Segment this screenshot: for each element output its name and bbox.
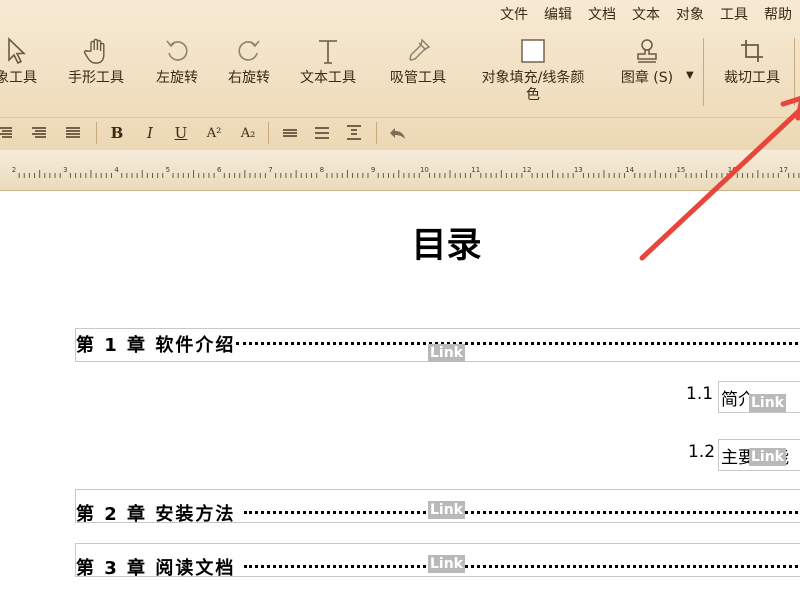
rotate-left-label: 左旋转 xyxy=(156,70,198,86)
ruler-label: 9 xyxy=(371,166,375,174)
ruler-label: 3 xyxy=(63,166,67,174)
rotate-left-icon xyxy=(144,36,210,66)
text-t-icon xyxy=(290,36,366,66)
ribbon-toolbar: 文件 编辑 文档 文本 对象 工具 帮助 象工具 手形工具 左旋转 右旋转 文本… xyxy=(0,0,800,151)
eyedropper-tool-button[interactable]: 吸管工具 xyxy=(380,36,456,110)
crop-icon xyxy=(712,36,792,66)
menu-help[interactable]: 帮助 xyxy=(756,4,800,26)
toc-entry-chapter-1[interactable]: 第 1 章 软件介绍 Link xyxy=(75,328,800,362)
toc-entry-text: 第 3 章 阅读文档 xyxy=(76,558,236,579)
rotate-right-icon xyxy=(216,36,282,66)
eyedropper-tool-label: 吸管工具 xyxy=(390,70,446,86)
menu-document[interactable]: 文档 xyxy=(580,4,624,26)
hand-tool-label: 手形工具 xyxy=(68,70,124,86)
tool-row: 象工具 手形工具 左旋转 右旋转 文本工具 吸管工具 对象填充/线条颜 色 图章… xyxy=(0,36,800,110)
link-badge[interactable]: Link xyxy=(428,555,465,573)
justify-icon[interactable] xyxy=(62,122,84,144)
fill-line-label-2: 色 xyxy=(526,87,540,103)
toc-entry-chapter-3[interactable]: 第 3 章 阅读文档 Link xyxy=(75,543,800,579)
ruler-label: 7 xyxy=(268,166,272,174)
menu-edit[interactable]: 编辑 xyxy=(536,4,580,26)
hand-icon xyxy=(58,36,134,66)
fill-line-color-button[interactable]: 对象填充/线条颜 色 xyxy=(470,36,596,110)
line-spacing-2-icon[interactable] xyxy=(311,122,333,144)
hand-tool-button[interactable]: 手形工具 xyxy=(58,36,134,110)
toolbar-divider xyxy=(794,38,795,106)
italic-button[interactable]: I xyxy=(139,122,161,144)
toc-entry-text: 第 2 章 安装方法 xyxy=(76,504,236,525)
ruler-label: 6 xyxy=(217,166,222,174)
align-center-icon[interactable] xyxy=(28,122,50,144)
ruler-label: 8 xyxy=(320,166,324,174)
undo-icon[interactable] xyxy=(386,122,408,144)
line-spacing-3-icon[interactable] xyxy=(343,122,365,144)
stamp-tool-button[interactable]: 图章 (S) xyxy=(610,36,684,110)
bold-button[interactable]: B xyxy=(106,122,128,144)
toc-leader-dots xyxy=(244,511,800,514)
text-tool-label: 文本工具 xyxy=(300,70,356,86)
line-spacing-1-icon[interactable] xyxy=(279,122,301,144)
stamp-dropdown-icon[interactable]: ▼ xyxy=(686,70,694,81)
ruler-label: 15 xyxy=(676,166,685,174)
format-divider xyxy=(96,122,97,144)
ruler-label: 2 xyxy=(12,166,16,174)
menu-file[interactable]: 文件 xyxy=(492,4,536,26)
select-tool-button[interactable]: 象工具 xyxy=(0,36,46,110)
toc-leader-dots xyxy=(244,565,800,568)
ruler-label: 16 xyxy=(728,166,737,174)
toc-subentry-1-1[interactable]: 简介 Link xyxy=(718,381,800,413)
ruler-label: 13 xyxy=(574,166,583,174)
ruler-ticks: 2 3 4 5 6 7 8 9 10 11 12 13 14 15 16 17 xyxy=(12,166,800,178)
stamp-tool-label: 图章 (S) xyxy=(620,70,674,86)
toc-leader-dots xyxy=(236,342,800,345)
toc-subentry-number: 1.1 xyxy=(686,384,714,404)
ruler-label: 14 xyxy=(625,166,634,174)
ruler-label: 12 xyxy=(523,166,532,174)
fill-square-icon xyxy=(470,36,596,66)
toc-entry-chapter-2[interactable]: 第 2 章 安装方法 Link xyxy=(75,489,800,525)
link-badge[interactable]: Link xyxy=(428,344,465,362)
underline-button[interactable]: U xyxy=(170,122,192,144)
toc-subentry-1-2[interactable]: 主要功能 Link xyxy=(718,439,800,471)
cursor-icon xyxy=(0,36,46,66)
rotate-left-button[interactable]: 左旋转 xyxy=(144,36,210,110)
ruler-label: 17 xyxy=(779,166,788,174)
ruler-label: 4 xyxy=(114,166,119,174)
menu-tools[interactable]: 工具 xyxy=(712,4,756,26)
ruler-label: 10 xyxy=(420,166,429,174)
rotate-right-button[interactable]: 右旋转 xyxy=(216,36,282,110)
toc-entry-text: 第 1 章 软件介绍 xyxy=(76,335,236,356)
align-right-icon[interactable] xyxy=(0,122,16,144)
rotate-right-label: 右旋转 xyxy=(228,70,270,86)
crop-tool-label: 裁切工具 xyxy=(724,70,780,86)
link-badge[interactable]: Link xyxy=(749,394,786,412)
ruler-label: 5 xyxy=(166,166,170,174)
text-tool-button[interactable]: 文本工具 xyxy=(290,36,366,110)
format-divider xyxy=(268,122,269,144)
crop-tool-button[interactable]: 裁切工具 xyxy=(712,36,792,110)
eyedropper-icon xyxy=(380,36,456,66)
page-title: 目录 xyxy=(411,226,482,266)
stamp-icon xyxy=(610,36,684,66)
horizontal-ruler: 2 3 4 5 6 7 8 9 10 11 12 13 14 15 16 17 xyxy=(0,150,800,191)
subscript-button[interactable]: A₂ xyxy=(237,122,259,144)
link-badge[interactable]: Link xyxy=(749,448,786,466)
fill-line-label-1: 对象填充/线条颜 xyxy=(481,70,585,86)
select-tool-label: 象工具 xyxy=(0,70,37,86)
document-page: 目录 第 1 章 软件介绍 Link 1.1 简介 Link 1.2 主要功能 … xyxy=(0,191,800,600)
toc-subentry-number: 1.2 xyxy=(688,442,716,462)
format-divider xyxy=(376,122,377,144)
format-bar: B I U A² A₂ xyxy=(0,117,800,148)
toolbar-divider xyxy=(703,38,704,106)
ruler-label: 11 xyxy=(471,166,480,174)
superscript-button[interactable]: A² xyxy=(203,122,225,144)
menu-bar: 文件 编辑 文档 文本 对象 工具 帮助 xyxy=(492,4,800,26)
menu-object[interactable]: 对象 xyxy=(668,4,712,26)
menu-text[interactable]: 文本 xyxy=(624,4,668,26)
link-badge[interactable]: Link xyxy=(428,501,465,519)
